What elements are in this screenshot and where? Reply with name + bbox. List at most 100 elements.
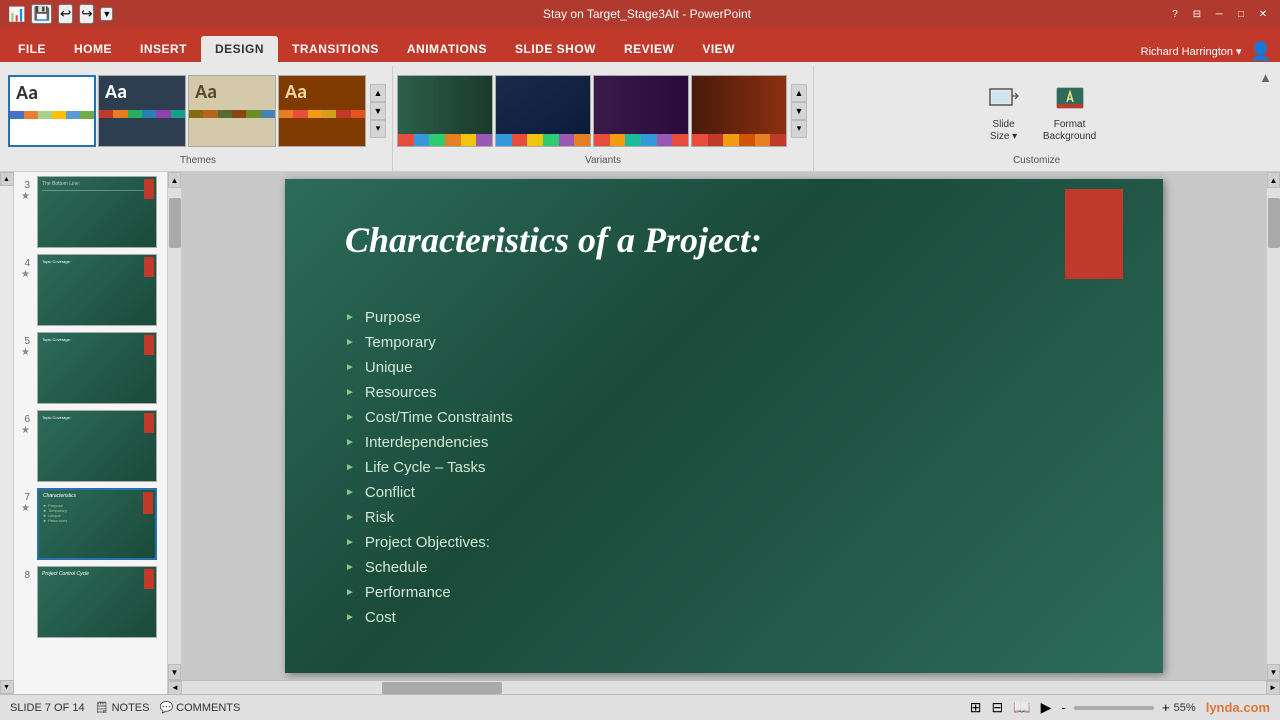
bullet-text-9: Risk — [365, 509, 394, 526]
canvas-area[interactable]: Characteristics of a Project: ► Purpose … — [182, 172, 1266, 680]
slide-size-button[interactable]: SlideSize ▾ — [974, 83, 1034, 143]
format-background-icon — [1052, 83, 1088, 119]
ribbon: Aa Aa Aa Aa — [0, 62, 1280, 172]
variant-scroll-up[interactable]: ▲ — [791, 84, 807, 102]
slide-star-4: ★ — [21, 269, 30, 280]
slide-img-5: Topic Coverage: — [37, 332, 157, 404]
slide-num-8: 8 — [16, 570, 30, 581]
bullet-arrow-7: ► — [345, 462, 355, 473]
reading-view-button[interactable]: 📖 — [1013, 699, 1030, 716]
variant-3[interactable] — [593, 75, 689, 147]
panel-scroll-up[interactable]: ▲ — [0, 172, 14, 186]
theme-scroll-down[interactable]: ▼ — [370, 102, 386, 120]
h-scroll-left[interactable]: ◄ — [168, 681, 182, 695]
bullet-interdependencies: ► Interdependencies — [345, 434, 1083, 451]
bullet-arrow-1: ► — [345, 312, 355, 323]
slide-star-3: ★ — [21, 191, 30, 202]
bullet-text-2: Temporary — [365, 334, 436, 351]
slide-num-4: 4 — [16, 258, 30, 269]
h-scroll-track[interactable] — [182, 681, 1266, 694]
save-button[interactable]: 💾 — [31, 4, 52, 24]
tab-file[interactable]: FILE — [4, 36, 60, 62]
format-background-button[interactable]: FormatBackground — [1040, 83, 1100, 143]
theme-2[interactable]: Aa — [98, 75, 186, 147]
bullet-conflict: ► Conflict — [345, 484, 1083, 501]
zoom-slider[interactable] — [1074, 706, 1154, 710]
slide-star-6: ★ — [21, 425, 30, 436]
bullet-objectives: ► Project Objectives: — [345, 534, 1083, 551]
close-button[interactable]: ✕ — [1254, 7, 1272, 21]
canvas-scroll-up[interactable]: ▲ — [168, 172, 181, 188]
slide-num-7: 7 — [16, 492, 30, 503]
theme-scroll[interactable]: ▲ ▼ ▾ — [368, 84, 388, 138]
canvas-right-scrollbar: ▲ ▼ — [1266, 172, 1280, 680]
theme-1[interactable]: Aa — [8, 75, 96, 147]
app-icon: 📊 — [8, 6, 25, 23]
variant-4[interactable] — [691, 75, 787, 147]
normal-view-button[interactable]: ⊞ — [970, 699, 982, 716]
tab-home[interactable]: HOME — [60, 36, 126, 62]
variant-scroll-down[interactable]: ▼ — [791, 102, 807, 120]
bullet-text-8: Conflict — [365, 484, 415, 501]
slide-sorter-button[interactable]: ⊟ — [991, 699, 1003, 716]
bullet-arrow-6: ► — [345, 437, 355, 448]
right-scroll-up[interactable]: ▲ — [1267, 172, 1280, 188]
slide-thumb-3[interactable]: 3 ★ The Bottom Line: — [16, 176, 165, 248]
tab-animations[interactable]: ANIMATIONS — [393, 36, 501, 62]
bullet-text-3: Unique — [365, 359, 413, 376]
right-scroll-down[interactable]: ▼ — [1267, 664, 1280, 680]
tab-transitions[interactable]: TRANSITIONS — [278, 36, 393, 62]
comments-icon: 💬 — [159, 701, 173, 714]
bullet-list: ► Purpose ► Temporary ► Unique — [345, 309, 1083, 634]
slide-canvas[interactable]: Characteristics of a Project: ► Purpose … — [285, 179, 1163, 673]
ribbon-display-button[interactable]: ⊟ — [1188, 7, 1206, 21]
variant-1[interactable] — [397, 75, 493, 147]
restore-button[interactable]: □ — [1232, 7, 1250, 21]
tab-view[interactable]: VIEW — [688, 36, 749, 62]
variant-scroll-more[interactable]: ▾ — [791, 120, 807, 138]
slide-thumb-5[interactable]: 5 ★ Topic Coverage: — [16, 332, 165, 404]
ribbon-collapse-button[interactable]: ▲ — [1259, 70, 1272, 85]
h-scroll-right[interactable]: ► — [1266, 681, 1280, 695]
undo-button[interactable]: ↩ — [58, 4, 73, 24]
zoom-out-button[interactable]: - — [1061, 700, 1065, 715]
zoom-in-button[interactable]: + — [1162, 700, 1170, 715]
variants-label: Variants — [397, 153, 809, 169]
slide-thumb-6[interactable]: 6 ★ Topic Coverage: — [16, 410, 165, 482]
h-scroll-thumb[interactable] — [382, 682, 502, 694]
slideshow-button[interactable]: ▶ — [1041, 699, 1052, 716]
slide-thumb-4[interactable]: 4 ★ Topic Coverage: — [16, 254, 165, 326]
theme-scroll-up[interactable]: ▲ — [370, 84, 386, 102]
ribbon-tabs: FILE HOME INSERT DESIGN TRANSITIONS ANIM… — [0, 28, 1280, 62]
panel-scroll-down[interactable]: ▼ — [0, 680, 14, 694]
theme-scroll-more[interactable]: ▾ — [370, 120, 386, 138]
variant-2[interactable] — [495, 75, 591, 147]
tab-slideshow[interactable]: SLIDE SHOW — [501, 36, 610, 62]
slide-img-8: Project Control Cycle — [37, 566, 157, 638]
canvas-scroll-down[interactable]: ▼ — [168, 664, 181, 680]
notes-icon: 🗒 — [95, 701, 109, 714]
theme-3[interactable]: Aa — [188, 75, 276, 147]
minimize-button[interactable]: ─ — [1210, 7, 1228, 21]
customize-qa-button[interactable]: ▼ — [100, 7, 113, 21]
slide-num-5: 5 — [16, 336, 30, 347]
tab-insert[interactable]: INSERT — [126, 36, 201, 62]
theme-4[interactable]: Aa — [278, 75, 366, 147]
bullet-text-10: Project Objectives: — [365, 534, 490, 551]
slide-num-3: 3 — [16, 180, 30, 191]
bullet-arrow-4: ► — [345, 387, 355, 398]
variant-scroll[interactable]: ▲ ▼ ▾ — [789, 84, 809, 138]
bullet-arrow-9: ► — [345, 512, 355, 523]
notes-toggle[interactable]: 🗒 NOTES — [95, 701, 150, 714]
bullet-unique: ► Unique — [345, 359, 1083, 376]
tab-review[interactable]: REVIEW — [610, 36, 688, 62]
bullet-lifecycle: ► Life Cycle – Tasks — [345, 459, 1083, 476]
slide-thumb-7[interactable]: 7 ★ Characteristics ► Purpose ► Temporar… — [16, 488, 165, 560]
slide-img-7: Characteristics ► Purpose ► Temporary ► … — [37, 488, 157, 560]
comments-toggle[interactable]: 💬 COMMENTS — [159, 701, 240, 714]
slide-thumb-8[interactable]: 8 Project Control Cycle — [16, 566, 165, 638]
redo-button[interactable]: ↪ — [79, 4, 94, 24]
tab-design[interactable]: DESIGN — [201, 36, 278, 62]
canvas-left-scrollbar: ▲ ▼ — [168, 172, 182, 680]
help-button[interactable]: ? — [1166, 7, 1184, 21]
